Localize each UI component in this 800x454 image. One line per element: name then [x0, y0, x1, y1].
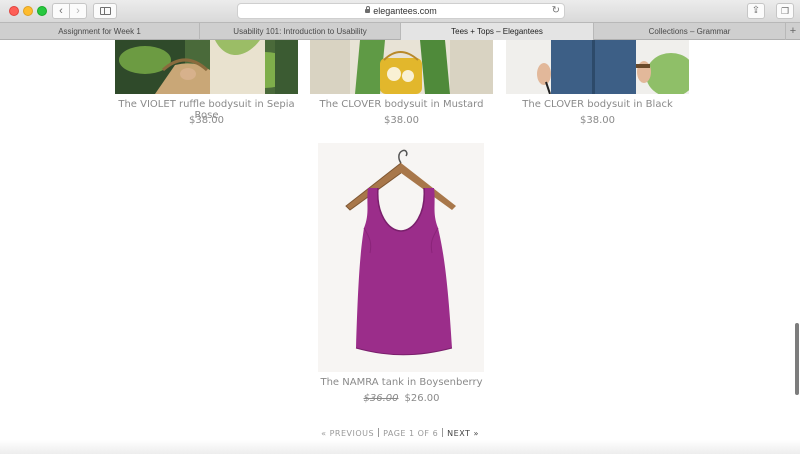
fullscreen-window-button[interactable] [37, 6, 47, 16]
product-title-namra-tank[interactable]: The NAMRA tank in Boysenberry [301, 377, 502, 388]
url-text: elegantees.com [373, 6, 437, 16]
product-price-clover-black: $38.00 [580, 115, 615, 126]
share-button[interactable]: ⇪ [747, 3, 765, 19]
forward-button[interactable]: › [69, 3, 87, 19]
product-price-clover-mustard: $38.00 [384, 115, 419, 126]
product-image-clover-black[interactable] [506, 40, 689, 94]
close-window-button[interactable] [9, 6, 19, 16]
sale-price: $26.00 [404, 393, 440, 404]
browser-toolbar: ‹ › elegantees.com ↻ ⇪ ❐ [0, 0, 800, 22]
product-image-violet[interactable] [115, 40, 298, 94]
share-icon: ⇪ [751, 5, 761, 16]
scrollbar-thumb[interactable] [795, 323, 799, 395]
tab-assignment[interactable]: Assignment for Week 1 [0, 23, 200, 40]
address-bar[interactable]: elegantees.com ↻ [237, 3, 565, 19]
tabs-overview-icon: ❐ [780, 6, 790, 16]
sidebar-toggle-button[interactable] [93, 3, 117, 19]
clover-black-photo [506, 40, 689, 94]
lock-icon [365, 6, 371, 13]
minimize-window-button[interactable] [23, 6, 33, 16]
bottom-shadow [0, 440, 800, 454]
next-page-link[interactable]: NEXT » [447, 429, 479, 438]
pagination-divider [442, 428, 444, 437]
browser-chrome: ‹ › elegantees.com ↻ ⇪ ❐ Assignment for … [0, 0, 800, 40]
tab-bar: Assignment for Week 1 Usability 101: Int… [0, 22, 800, 40]
pagination: « PREVIOUS PAGE 1 OF 6 NEXT » [0, 428, 800, 438]
clover-mustard-photo [310, 40, 493, 94]
show-tabs-button[interactable]: ❐ [776, 3, 794, 19]
product-image-namra-tank[interactable] [318, 143, 484, 372]
tab-usability[interactable]: Usability 101: Introduction to Usability [200, 23, 401, 40]
new-tab-button[interactable]: + [786, 23, 800, 40]
chevron-left-icon: ‹ [59, 5, 63, 17]
product-image-clover-mustard[interactable] [310, 40, 493, 94]
tab-tees-tops[interactable]: Tees + Tops – Elegantees [401, 23, 594, 40]
product-price-namra-tank: $36.00 $26.00 [301, 393, 502, 404]
pagination-divider [378, 428, 380, 437]
violet-bodysuit-photo [115, 40, 298, 94]
tab-collections[interactable]: Collections – Grammar [594, 23, 786, 40]
product-title-clover-black[interactable]: The CLOVER bodysuit in Black [497, 99, 698, 110]
namra-tank-photo [318, 143, 484, 372]
previous-page-link[interactable]: « PREVIOUS [321, 429, 374, 438]
page-info: PAGE 1 OF 6 [383, 429, 439, 438]
sidebar-icon [100, 7, 111, 15]
product-price-violet: $38.00 [189, 115, 224, 126]
chevron-right-icon: › [76, 5, 80, 17]
reload-icon[interactable]: ↻ [552, 4, 560, 18]
original-price: $36.00 [363, 393, 399, 404]
product-title-clover-mustard[interactable]: The CLOVER bodysuit in Mustard [301, 99, 502, 110]
page-content: The VIOLET ruffle bodysuit in Sepia Rose… [0, 40, 800, 454]
back-button[interactable]: ‹ [52, 3, 70, 19]
